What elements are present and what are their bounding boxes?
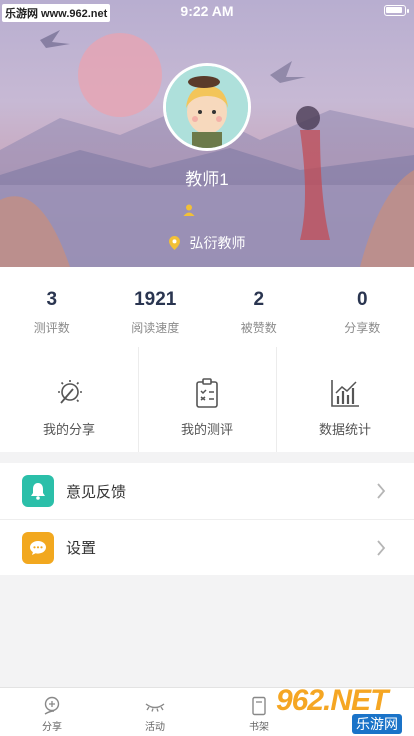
my-shares-button[interactable]: 我的分享 — [0, 347, 138, 452]
feedback-badge — [22, 475, 54, 507]
stat-likes[interactable]: 2 被赞数 — [207, 267, 311, 347]
stat-value: 2 — [253, 289, 265, 310]
settings-item[interactable]: 设置 — [0, 519, 414, 575]
clipboard-check-icon — [196, 378, 218, 408]
bulb-pen-icon — [58, 380, 82, 404]
stat-label: 分享数 — [344, 321, 381, 335]
stat-reading-speed[interactable]: 1921 阅读速度 — [104, 267, 208, 347]
stat-label: 测评数 — [33, 321, 70, 335]
watermark-logo: 962.NET 乐游网 — [272, 684, 410, 736]
location-pin-icon — [168, 236, 180, 250]
user-name: 教师1 — [185, 170, 229, 189]
profile-header: 乐游网 www.962.net 9:22 AM 教师1 弘衍教师 — [0, 0, 414, 267]
avatar-image — [166, 66, 248, 148]
quick-actions: 我的分享 我的测评 数据统计 — [0, 347, 414, 452]
watermark-big: 962.NET — [276, 684, 388, 717]
stat-value: 3 — [46, 289, 58, 310]
stat-label: 被赞数 — [240, 321, 277, 335]
tab-activity[interactable]: 活动 — [103, 688, 207, 736]
battery-icon — [384, 5, 409, 16]
watermark-small: 乐游网 — [352, 714, 402, 734]
stat-shares[interactable]: 0 分享数 — [311, 267, 414, 347]
bar-chart-icon — [331, 380, 359, 407]
data-stats-button[interactable]: 数据统计 — [276, 347, 414, 452]
action-label: 数据统计 — [318, 422, 371, 437]
school-name: 弘衍教师 — [189, 235, 246, 251]
tab-label: 分享 — [42, 722, 62, 733]
tab-share[interactable]: 分享 — [0, 688, 104, 736]
school-info: 弘衍教师 — [0, 233, 414, 253]
stat-label: 阅读速度 — [131, 321, 180, 335]
chevron-right-icon — [377, 540, 386, 556]
stat-value: 0 — [356, 289, 368, 310]
book-icon — [252, 696, 266, 716]
bell-icon — [31, 483, 45, 500]
stat-value: 1921 — [134, 289, 177, 310]
settings-badge — [22, 531, 54, 564]
avatar[interactable] — [163, 63, 251, 151]
action-label: 我的测评 — [180, 422, 233, 437]
stat-evaluations[interactable]: 3 测评数 — [0, 267, 104, 347]
my-evaluations-button[interactable]: 我的测评 — [138, 347, 276, 452]
eyelash-icon — [145, 703, 165, 712]
cartoon-boy-icon — [166, 66, 248, 148]
menu-label: 设置 — [66, 540, 97, 557]
chat-bubble-icon — [30, 540, 46, 555]
status-bar: 9:22 AM — [0, 0, 414, 22]
person-icon — [183, 204, 195, 216]
action-label: 我的分享 — [42, 422, 95, 437]
menu-list: 意见反馈 设置 — [0, 463, 414, 575]
chevron-right-icon — [377, 483, 386, 499]
stats-row: 3 测评数 1921 阅读速度 2 被赞数 0 分享数 — [0, 267, 414, 347]
share-bubble-icon — [44, 696, 60, 715]
feedback-item[interactable]: 意见反馈 — [0, 463, 414, 519]
menu-label: 意见反馈 — [66, 483, 127, 501]
status-time: 9:22 AM — [180, 3, 234, 19]
tab-label: 活动 — [145, 722, 165, 733]
